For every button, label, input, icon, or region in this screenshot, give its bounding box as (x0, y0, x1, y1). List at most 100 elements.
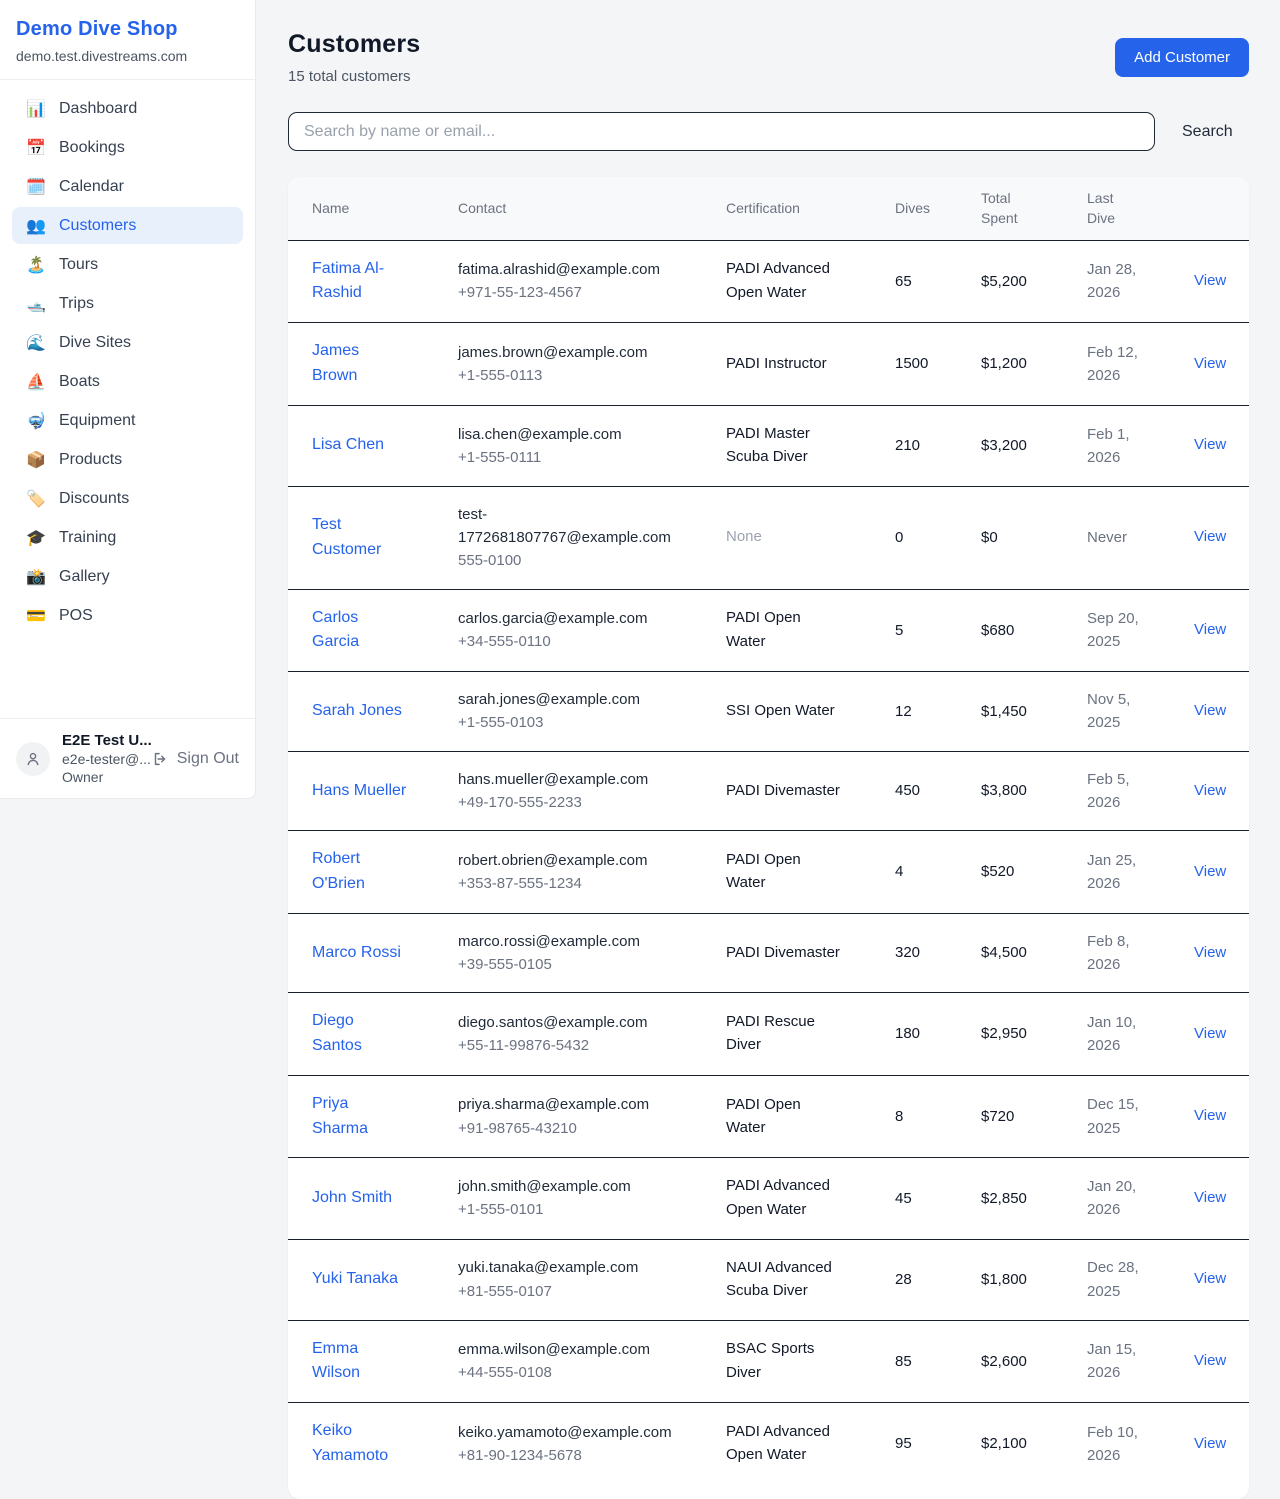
customer-last-dive: Jan 15, 2026 (1087, 1338, 1145, 1385)
customer-name-link[interactable]: Fatima Al-Rashid (312, 257, 408, 307)
view-link[interactable]: View (1194, 355, 1226, 372)
table-body: Fatima Al-Rashid fatima.alrashid@example… (288, 241, 1249, 1485)
customer-name-link[interactable]: Hans Mueller (312, 779, 406, 804)
column-header-certification: Certification (702, 187, 871, 229)
sidebar-item-pos[interactable]: 💳 POS (12, 597, 243, 634)
view-link[interactable]: View (1194, 1025, 1226, 1042)
customer-phone: 555-0100 (458, 549, 702, 572)
customer-dives: 210 (871, 418, 957, 473)
customer-last-dive: Jan 28, 2026 (1087, 258, 1145, 305)
sidebar-item-calendar[interactable]: 🗓️ Calendar (12, 168, 243, 205)
customer-last-dive: Jan 25, 2026 (1087, 849, 1145, 896)
customer-total-spent: $680 (957, 603, 1063, 658)
discounts-icon: 🏷️ (26, 489, 46, 508)
customer-total-spent: $2,850 (957, 1171, 1063, 1226)
customer-phone: +81-555-0107 (458, 1280, 702, 1303)
sign-out-icon (151, 750, 169, 768)
customers-icon: 👥 (26, 216, 46, 235)
search-input[interactable] (288, 112, 1155, 151)
sidebar-item-equipment[interactable]: 🤿 Equipment (12, 402, 243, 439)
view-link[interactable]: View (1194, 782, 1226, 799)
search-button[interactable]: Search (1182, 123, 1233, 141)
customer-email: james.brown@example.com (458, 341, 670, 364)
customer-email: hans.mueller@example.com (458, 768, 670, 791)
customer-email: sarah.jones@example.com (458, 688, 670, 711)
customer-name-link[interactable]: John Smith (312, 1186, 392, 1211)
customer-total-spent: $1,200 (957, 336, 1063, 391)
page-subtitle: 15 total customers (288, 68, 420, 85)
sidebar-item-trips[interactable]: 🛥️ Trips (12, 285, 243, 322)
customer-certification: PADI Divemaster (726, 779, 840, 802)
trips-icon: 🛥️ (26, 294, 46, 313)
customer-certification: PADI Master Scuba Diver (726, 422, 843, 469)
sidebar-item-gallery[interactable]: 📸 Gallery (12, 558, 243, 595)
customer-name-link[interactable]: Priya Sharma (312, 1092, 408, 1142)
sidebar: Demo Dive Shop demo.test.divestreams.com… (0, 0, 256, 799)
view-link[interactable]: View (1194, 944, 1226, 961)
view-link[interactable]: View (1194, 272, 1226, 289)
view-link[interactable]: View (1194, 436, 1226, 453)
customer-last-dive: Feb 8, 2026 (1087, 930, 1145, 977)
customer-total-spent: $0 (957, 510, 1063, 565)
customer-name-link[interactable]: Yuki Tanaka (312, 1267, 398, 1292)
table-row: Priya Sharma priya.sharma@example.com +9… (288, 1076, 1249, 1159)
customer-dives: 180 (871, 1006, 957, 1061)
view-link[interactable]: View (1194, 1189, 1226, 1206)
customer-phone: +353-87-555-1234 (458, 872, 702, 895)
customer-name-link[interactable]: Marco Rossi (312, 941, 401, 966)
user-icon (23, 749, 43, 769)
view-link[interactable]: View (1194, 863, 1226, 880)
customer-last-dive: Feb 10, 2026 (1087, 1421, 1145, 1468)
customer-last-dive: Nov 5, 2025 (1087, 688, 1145, 735)
column-header-name: Name (288, 187, 434, 229)
customer-name-link[interactable]: Emma Wilson (312, 1337, 408, 1387)
sidebar-item-boats[interactable]: ⛵ Boats (12, 363, 243, 400)
customer-dives: 28 (871, 1252, 957, 1307)
sidebar-item-dashboard[interactable]: 📊 Dashboard (12, 90, 243, 127)
customer-name-link[interactable]: Diego Santos (312, 1009, 408, 1059)
view-link[interactable]: View (1194, 1435, 1226, 1452)
boats-icon: ⛵ (26, 372, 46, 391)
customer-name-link[interactable]: Test Customer (312, 513, 408, 563)
sidebar-item-training[interactable]: 🎓 Training (12, 519, 243, 556)
user-info: E2E Test U... e2e-tester@... Owner (62, 732, 139, 785)
customer-last-dive: Jan 20, 2026 (1087, 1175, 1145, 1222)
customer-total-spent: $720 (957, 1089, 1063, 1144)
customer-name-link[interactable]: James Brown (312, 339, 408, 389)
customer-certification: PADI Advanced Open Water (726, 257, 843, 304)
calendar-icon: 🗓️ (26, 177, 46, 196)
customer-dives: 4 (871, 844, 957, 899)
customer-dives: 450 (871, 763, 957, 818)
sign-out-button[interactable]: Sign Out (151, 750, 239, 768)
customer-dives: 0 (871, 510, 957, 565)
customer-email: test-1772681807767@example.com (458, 503, 670, 550)
view-link[interactable]: View (1194, 702, 1226, 719)
sidebar-item-dive-sites[interactable]: 🌊 Dive Sites (12, 324, 243, 361)
view-link[interactable]: View (1194, 1270, 1226, 1287)
customer-name-link[interactable]: Robert O'Brien (312, 847, 408, 897)
column-header-actions (1170, 197, 1249, 219)
view-link[interactable]: View (1194, 1107, 1226, 1124)
customer-name-link[interactable]: Carlos Garcia (312, 606, 408, 656)
dashboard-icon: 📊 (26, 99, 46, 118)
avatar (16, 742, 50, 776)
add-customer-button[interactable]: Add Customer (1115, 38, 1249, 77)
brand: Demo Dive Shop demo.test.divestreams.com (0, 0, 255, 80)
sidebar-item-products[interactable]: 📦 Products (12, 441, 243, 478)
sidebar-item-discounts[interactable]: 🏷️ Discounts (12, 480, 243, 517)
view-link[interactable]: View (1194, 528, 1226, 545)
sidebar-item-tours[interactable]: 🏝️ Tours (12, 246, 243, 283)
customer-name-link[interactable]: Sarah Jones (312, 699, 402, 724)
customer-total-spent: $4,500 (957, 925, 1063, 980)
sidebar-item-customers[interactable]: 👥 Customers (12, 207, 243, 244)
customer-name-link[interactable]: Lisa Chen (312, 433, 384, 458)
customer-name-link[interactable]: Keiko Yamamoto (312, 1419, 408, 1469)
training-icon: 🎓 (26, 528, 46, 547)
view-link[interactable]: View (1194, 1352, 1226, 1369)
customer-dives: 45 (871, 1171, 957, 1226)
column-header-total-spent: Total Spent (957, 177, 1063, 240)
table-row: Sarah Jones sarah.jones@example.com +1-5… (288, 672, 1249, 752)
view-link[interactable]: View (1194, 621, 1226, 638)
sidebar-item-bookings[interactable]: 📅 Bookings (12, 129, 243, 166)
table-row: Carlos Garcia carlos.garcia@example.com … (288, 590, 1249, 673)
